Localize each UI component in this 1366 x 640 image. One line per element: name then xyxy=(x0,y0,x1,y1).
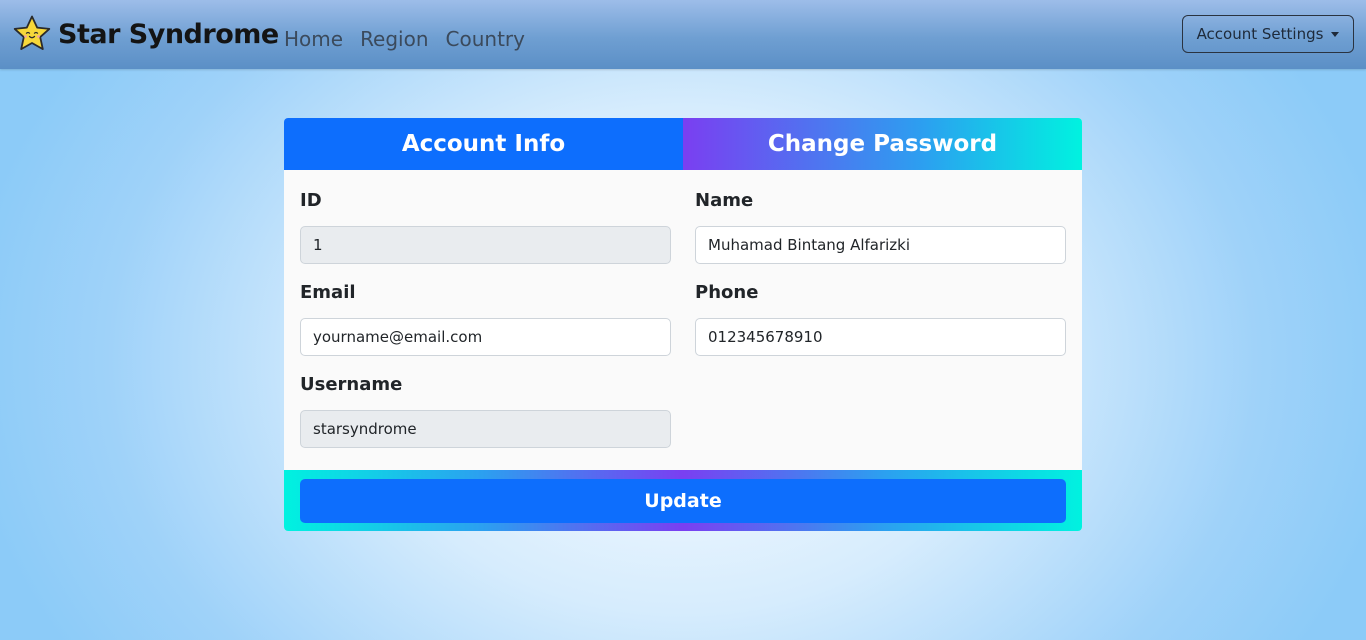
phone-input[interactable] xyxy=(695,318,1066,356)
brand-name: Star Syndrome xyxy=(58,18,279,50)
card-footer: Update xyxy=(284,470,1082,531)
phone-label: Phone xyxy=(695,282,759,303)
caret-down-icon xyxy=(1331,31,1340,37)
account-settings-label: Account Settings xyxy=(1196,25,1324,43)
nav-links: Home Region Country xyxy=(284,25,525,53)
username-label: Username xyxy=(300,374,403,395)
tab-bar: Account Info Change Password xyxy=(284,118,1082,170)
top-navbar: Star Syndrome Home Region Country Accoun… xyxy=(0,0,1366,69)
id-label: ID xyxy=(300,190,322,211)
name-input[interactable] xyxy=(695,226,1066,264)
nav-link-home[interactable]: Home xyxy=(284,25,343,53)
update-button[interactable]: Update xyxy=(300,479,1066,523)
id-input[interactable] xyxy=(300,226,671,264)
brand-link[interactable]: Star Syndrome xyxy=(12,14,279,54)
tab-account-info[interactable]: Account Info xyxy=(284,118,683,170)
email-label: Email xyxy=(300,282,356,303)
name-label: Name xyxy=(695,190,754,211)
tab-change-password[interactable]: Change Password xyxy=(683,118,1082,170)
nav-link-country[interactable]: Country xyxy=(446,25,525,53)
nav-link-region[interactable]: Region xyxy=(360,25,428,53)
username-input[interactable] xyxy=(300,410,671,448)
account-card: Account Info Change Password ID Name Ema… xyxy=(284,118,1082,531)
star-face-icon xyxy=(13,15,51,50)
email-input[interactable] xyxy=(300,318,671,356)
account-settings-dropdown[interactable]: Account Settings xyxy=(1182,15,1354,53)
